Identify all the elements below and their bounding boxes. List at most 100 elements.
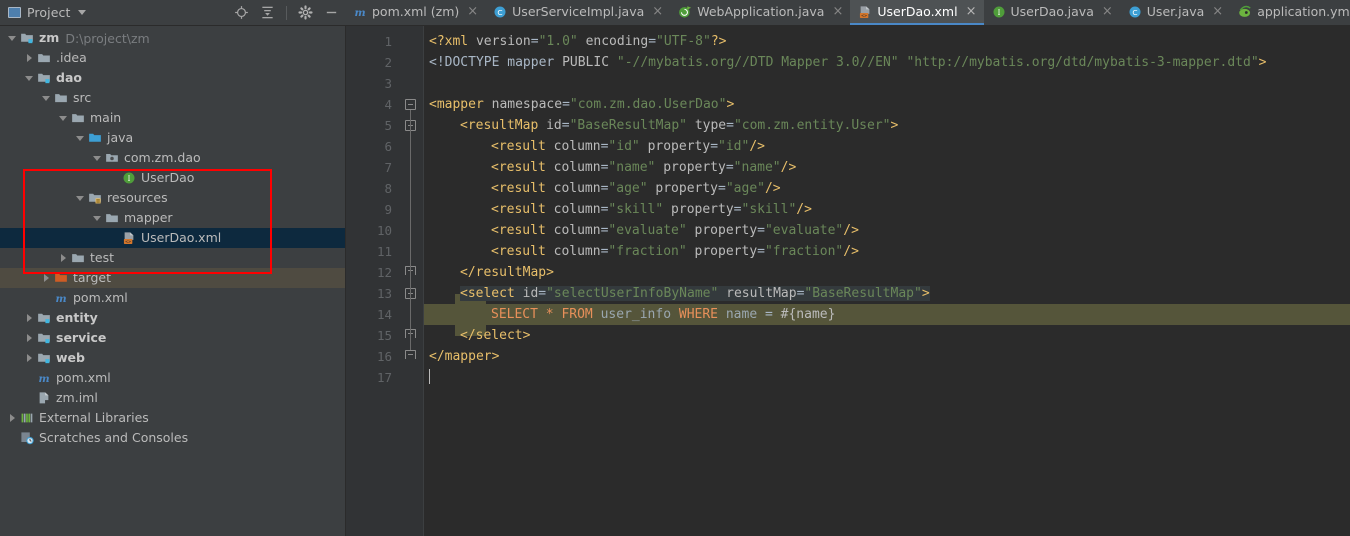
- tree-item-label: entity: [56, 309, 98, 325]
- editor-tab-userdao-xml[interactable]: <> UserDao.xml ×: [850, 0, 984, 25]
- collapse-all-icon[interactable]: [260, 5, 275, 20]
- tree-item-entity[interactable]: entity: [0, 308, 345, 328]
- chevron-down-icon[interactable]: [76, 134, 85, 143]
- editor-tab-userserviceimpl-java[interactable]: C UserServiceImpl.java ×: [485, 0, 670, 25]
- tree-item-com-zm-dao[interactable]: com.zm.dao: [0, 148, 345, 168]
- svg-text:C: C: [498, 8, 503, 17]
- fold-end-icon[interactable]: [405, 350, 416, 359]
- chevron-right-icon[interactable]: [25, 54, 34, 63]
- line-number: 2: [384, 55, 392, 70]
- close-icon[interactable]: ×: [1102, 5, 1113, 18]
- tree-item-service[interactable]: service: [0, 328, 345, 348]
- code-token: column: [553, 244, 601, 259]
- project-toolwindow-header: Project: [0, 0, 345, 26]
- code-token: property: [663, 160, 726, 175]
- tree-item-external-libraries[interactable]: External Libraries: [0, 408, 345, 428]
- tree-item-idea[interactable]: .idea: [0, 48, 345, 68]
- folder-icon: [71, 111, 86, 126]
- tree-item-scratches-and-consoles[interactable]: Scratches and Consoles: [0, 428, 345, 448]
- fold-cell: [401, 157, 423, 178]
- code-token: "id": [718, 139, 750, 154]
- source-root-icon: [88, 131, 103, 146]
- mybatis-mapper-icon: <>: [122, 231, 137, 246]
- svg-text:<>: <>: [862, 13, 868, 18]
- tree-item-main[interactable]: main: [0, 108, 345, 128]
- maven-icon: m: [37, 371, 52, 386]
- chevron-right-icon[interactable]: [25, 334, 34, 343]
- scratches-icon: [20, 431, 35, 446]
- tree-item-pom-xml[interactable]: m pom.xml: [0, 288, 345, 308]
- tree-item-test[interactable]: test: [0, 248, 345, 268]
- chevron-down-icon[interactable]: [8, 34, 17, 43]
- close-icon[interactable]: ×: [1212, 5, 1223, 18]
- toolbar-divider: [286, 5, 287, 20]
- tree-item-dao[interactable]: dao: [0, 68, 345, 88]
- code-token: =: [710, 139, 719, 154]
- close-icon[interactable]: ×: [652, 5, 663, 18]
- tree-item-pom-xml[interactable]: m pom.xml: [0, 368, 345, 388]
- code-line: <mapper namespace="com.zm.dao.UserDao">: [424, 94, 1350, 115]
- tree-item-label: main: [90, 109, 122, 125]
- code-line: </resultMap>: [424, 262, 1350, 283]
- tree-item-path: D:\project\zm: [65, 30, 150, 46]
- chevron-right-icon[interactable]: [8, 414, 17, 423]
- chevron-down-icon[interactable]: [59, 114, 68, 123]
- editor-tab-userdao-java[interactable]: I UserDao.java ×: [984, 0, 1120, 25]
- minimize-icon[interactable]: [324, 5, 339, 20]
- tree-item-label: service: [56, 329, 107, 345]
- tree-item-java[interactable]: java: [0, 128, 345, 148]
- editor-code-area[interactable]: <?xml version="1.0" encoding="UTF-8"?> <!…: [423, 26, 1350, 536]
- line-number: 11: [376, 244, 392, 259]
- editor-tab-webapplication-java[interactable]: WebApplication.java ×: [670, 0, 850, 25]
- tree-item-target[interactable]: target: [0, 268, 345, 288]
- module-folder-icon: [37, 331, 52, 346]
- code-token: <result: [491, 244, 554, 259]
- chevron-down-icon[interactable]: [42, 94, 51, 103]
- close-icon[interactable]: ×: [832, 5, 843, 18]
- close-icon[interactable]: ×: [966, 5, 977, 18]
- tree-item-userdao-xml[interactable]: <> UserDao.xml: [0, 228, 345, 248]
- tree-item-label: zm.iml: [56, 389, 98, 405]
- line-number: 1: [384, 34, 392, 49]
- code-line: <result column="fraction" property="frac…: [424, 241, 1350, 262]
- close-icon[interactable]: ×: [467, 5, 478, 18]
- chevron-down-icon[interactable]: [93, 154, 102, 163]
- line-number: 7: [384, 160, 392, 175]
- code-token: =: [733, 202, 742, 217]
- tree-item-mapper[interactable]: mapper: [0, 208, 345, 228]
- fold-collapse-icon[interactable]: [405, 99, 416, 110]
- tree-item-userdao[interactable]: I UserDao: [0, 168, 345, 188]
- tree-item-resources[interactable]: resources: [0, 188, 345, 208]
- code-token: PUBLIC: [562, 55, 610, 70]
- gear-icon[interactable]: [298, 5, 313, 20]
- code-token: ?>: [710, 34, 727, 49]
- chevron-down-icon[interactable]: [76, 194, 85, 203]
- tree-item-src[interactable]: src: [0, 88, 345, 108]
- locate-icon[interactable]: [234, 5, 249, 20]
- chevron-right-icon[interactable]: [25, 354, 34, 363]
- fold-cell: [401, 199, 423, 220]
- tree-item-web[interactable]: web: [0, 348, 345, 368]
- code-tokens: <?xml version="1.0" encoding="UTF-8"?>: [429, 34, 726, 49]
- chevron-down-icon[interactable]: [25, 74, 34, 83]
- chevron-right-icon[interactable]: [42, 274, 51, 283]
- editor-tab-application-yml[interactable]: application.yml×: [1230, 0, 1350, 25]
- chevron-down-icon[interactable]: [78, 10, 87, 15]
- chevron-down-icon[interactable]: [93, 214, 102, 223]
- code-token: "com.zm.entity.User": [733, 118, 891, 133]
- tree-item-zm-iml[interactable]: zm.iml: [0, 388, 345, 408]
- tree-item-label: UserDao: [141, 169, 195, 185]
- chevron-right-icon[interactable]: [25, 314, 34, 323]
- svg-text:m: m: [38, 372, 49, 384]
- chevron-right-icon[interactable]: [59, 254, 68, 263]
- editor-tab-pom-xml-zm[interactable]: m pom.xml (zm) ×: [345, 0, 485, 25]
- project-title-dropdown[interactable]: Project: [8, 5, 87, 20]
- code-token: "evaluate": [608, 223, 687, 238]
- code-token: FROM: [561, 307, 593, 322]
- tree-item-zm[interactable]: zm D:\project\zm: [0, 28, 345, 48]
- editor-tab-user-java[interactable]: C User.java ×: [1120, 0, 1230, 25]
- interface-icon: I: [122, 171, 137, 186]
